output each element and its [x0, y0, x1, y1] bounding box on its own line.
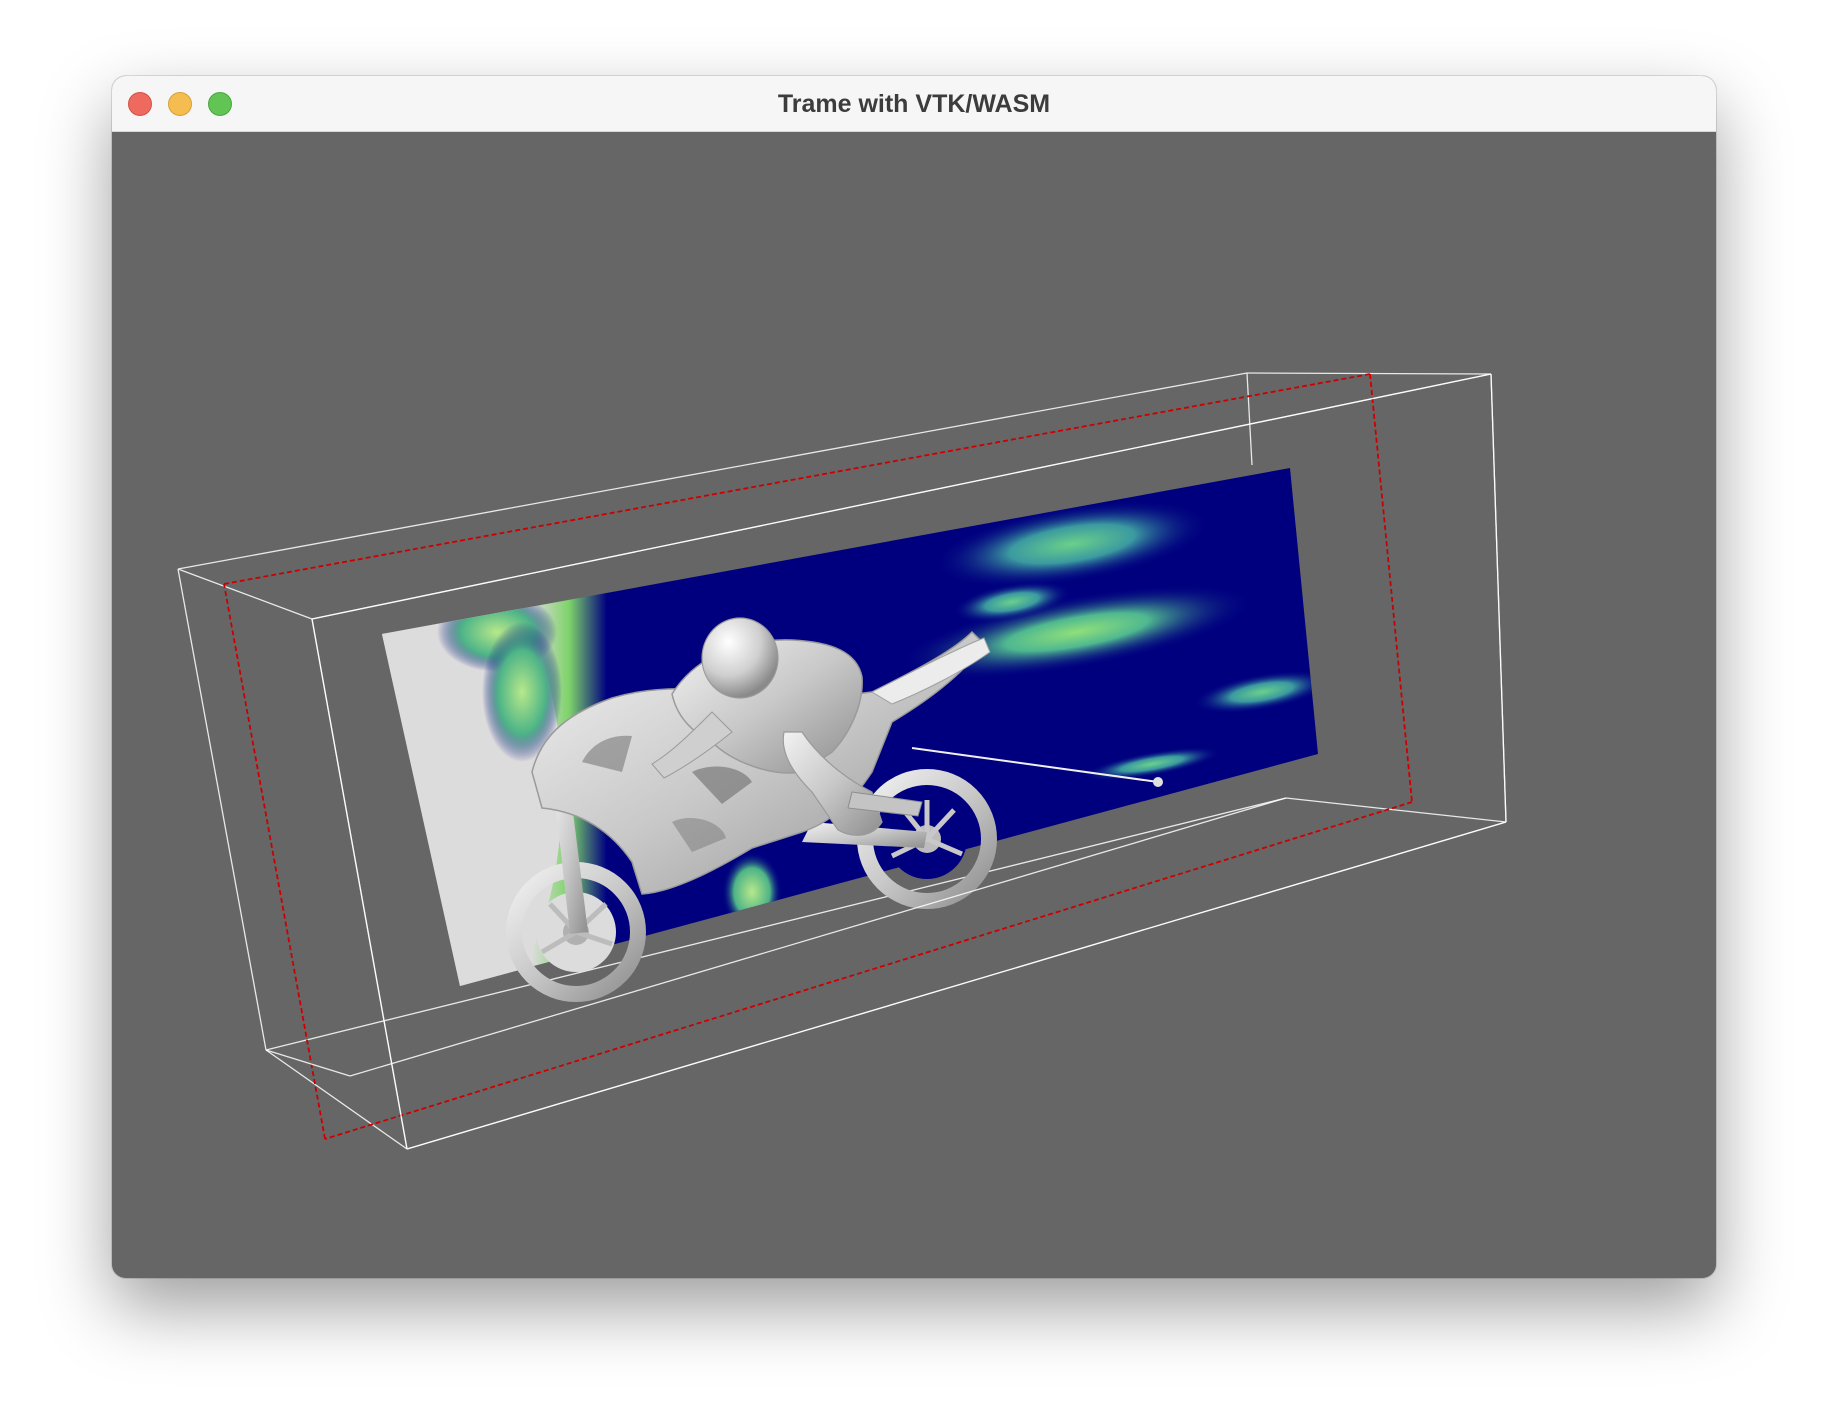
title-bar[interactable]: Trame with VTK/WASM: [112, 76, 1716, 132]
app-window: Trame with VTK/WASM: [112, 76, 1716, 1278]
vtk-render-canvas[interactable]: [112, 132, 1716, 1278]
render-viewport[interactable]: [112, 132, 1716, 1278]
rider-helmet: [701, 617, 779, 699]
probe-handle-end[interactable]: [1153, 777, 1163, 787]
window-title: Trame with VTK/WASM: [777, 90, 1051, 118]
